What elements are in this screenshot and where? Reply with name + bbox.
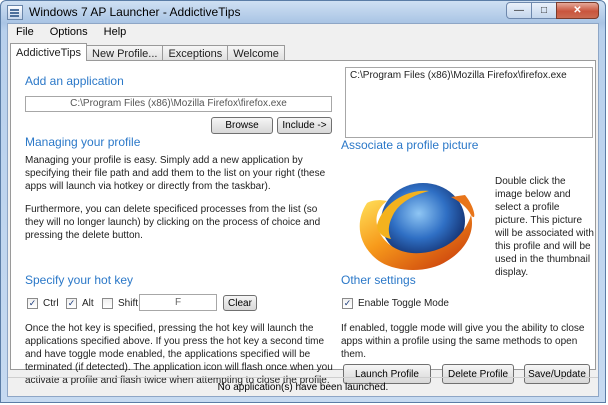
shift-check-box [102,298,113,309]
menu-file[interactable]: File [8,24,42,42]
clear-button[interactable]: Clear [223,295,257,311]
managing-profile-text-2: Furthermore, you can delete specificed p… [25,204,321,241]
managing-profile-text-1: Managing your profile is easy. Simply ad… [25,155,326,192]
minimize-icon: — [514,5,524,16]
other-settings-text: If enabled, toggle mode will give you th… [341,323,585,360]
list-item[interactable]: C:\Program Files (x86)\Mozilla Firefox\f… [350,70,588,81]
close-icon: ✕ [573,5,582,16]
application-list[interactable]: C:\Program Files (x86)\Mozilla Firefox\f… [345,67,593,138]
title-bar: Windows 7 AP Launcher - AddictiveTips — … [1,1,605,25]
menu-options[interactable]: Options [42,24,96,42]
window-icon [7,5,23,20]
menu-help[interactable]: Help [96,24,135,42]
window-title: Windows 7 AP Launcher - AddictiveTips [29,5,241,19]
hotkey-input[interactable]: F [139,294,217,311]
maximize-button[interactable]: □ [531,2,557,19]
profile-picture-heading: Associate a profile picture [341,138,479,152]
shift-checkbox[interactable]: Shift [102,298,138,309]
checkmark-icon: ✓ [27,298,38,309]
other-settings-heading: Other settings [341,273,416,287]
add-application-heading: Add an application [25,74,124,88]
profile-picture-text: Double click the image below and select … [495,176,594,278]
maximize-icon: □ [540,5,548,16]
toggle-mode-label: Enable Toggle Mode [358,298,449,309]
menu-bar: File Options Help [8,24,598,42]
profile-picture[interactable] [347,173,491,273]
window-controls: — □ ✕ [506,2,599,19]
tab-addictivetips[interactable]: AddictiveTips [10,43,88,61]
tab-strip: AddictiveTips New Profile... Exceptions … [10,43,285,61]
include-button[interactable]: Include -> [277,117,332,134]
ctrl-checkbox[interactable]: ✓ Ctrl [27,298,59,309]
tab-exceptions[interactable]: Exceptions [162,45,229,61]
alt-label: Alt [82,298,94,309]
firefox-logo [359,183,475,270]
hotkey-heading: Specify your hot key [25,273,134,287]
status-bar: No application(s) have been launched. [8,377,598,396]
alt-checkbox[interactable]: ✓ Alt [66,298,94,309]
tab-new-profile[interactable]: New Profile... [86,45,164,61]
shift-label: Shift [118,298,139,309]
browse-button[interactable]: Browse [211,117,273,134]
ctrl-label: Ctrl [43,298,59,309]
toggle-mode-checkbox[interactable]: ✓ Enable Toggle Mode [342,298,449,309]
app-path-input[interactable]: C:\Program Files (x86)\Mozilla Firefox\f… [25,96,332,112]
checkmark-icon: ✓ [66,298,77,309]
tab-panel: Add an application C:\Program Files (x86… [10,60,596,386]
status-text: No application(s) have been launched. [217,381,389,393]
minimize-button[interactable]: — [506,2,532,19]
client-area: File Options Help AddictiveTips New Prof… [7,23,599,397]
managing-profile-heading: Managing your profile [25,135,141,149]
checkmark-icon: ✓ [342,298,353,309]
close-button[interactable]: ✕ [556,2,599,19]
tab-welcome[interactable]: Welcome [227,45,285,61]
app-window: Windows 7 AP Launcher - AddictiveTips — … [0,0,606,403]
